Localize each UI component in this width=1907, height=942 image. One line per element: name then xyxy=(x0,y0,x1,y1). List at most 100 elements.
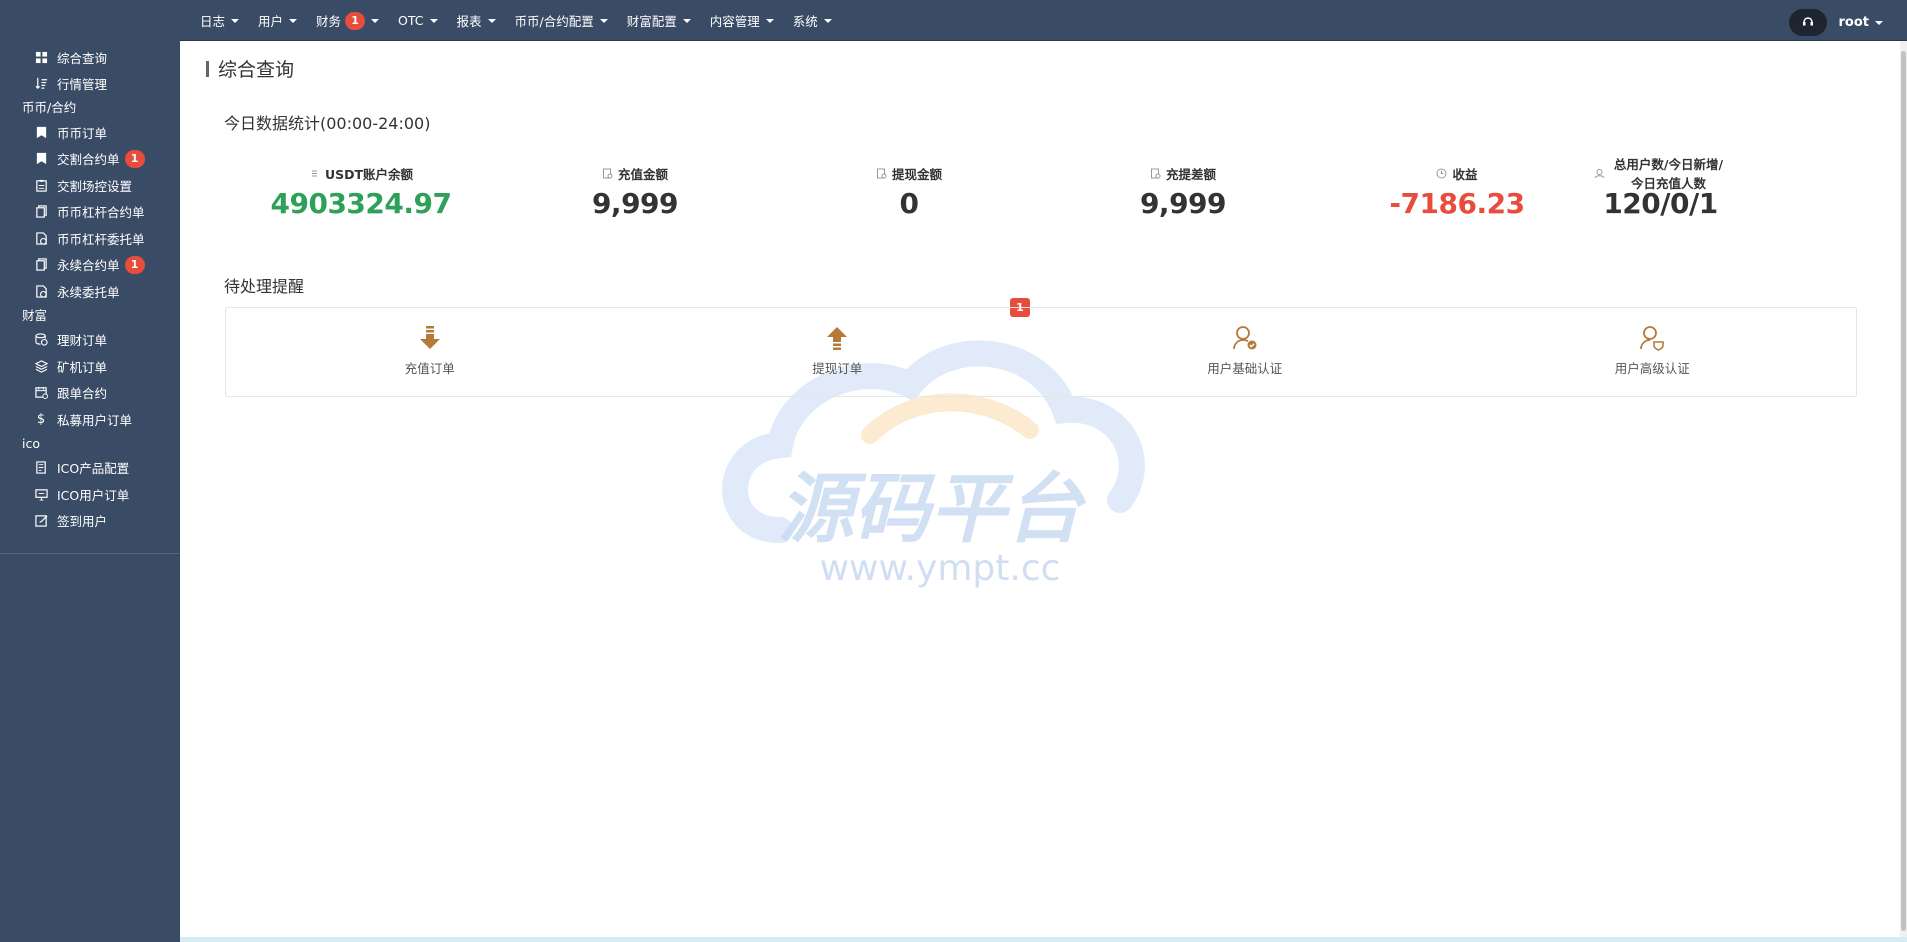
page-header: 综合查询 xyxy=(206,55,294,82)
nav-label: 财务 xyxy=(316,14,342,29)
sidebar-group-coin: 币币/合约 xyxy=(22,100,77,115)
stat-label: 提现金额 xyxy=(891,166,942,182)
nav-label: 内容管理 xyxy=(709,14,760,29)
watermark-url: www.ympt.cc xyxy=(820,548,1061,589)
stat-value: -7186.23 xyxy=(1389,187,1525,220)
pending-label: 用户基础认证 xyxy=(1207,361,1283,376)
nav-label: 用户 xyxy=(258,14,284,29)
stat-value: 120/0/1 xyxy=(1603,187,1718,220)
nav-label: 报表 xyxy=(456,14,482,29)
notification-badge: 1 xyxy=(345,11,366,30)
stat-label: 充提差额 xyxy=(1165,166,1216,182)
stat-usdt-balance: USDT账户余额 4903324.97 xyxy=(224,163,498,229)
currency-icon xyxy=(309,168,320,179)
pending-recharge-orders[interactable]: 充值订单 xyxy=(226,308,634,396)
nav-finance[interactable]: 财务 1 xyxy=(316,11,380,30)
notification-badge: 1 xyxy=(124,149,145,168)
stat-value: 9,999 xyxy=(591,187,679,220)
stat-label-wrap: 充提差额 xyxy=(1046,163,1320,183)
user-menu[interactable]: root xyxy=(1838,15,1883,30)
caret-down-icon xyxy=(823,18,832,23)
stat-users: 总用户数/今日新增/今日充值人数 120/0/1 xyxy=(1594,157,1727,229)
sidebar-item-delivery-control[interactable]: 交割场控设置 xyxy=(0,172,180,199)
stat-recharge-amount: 充值金额 9,999 xyxy=(498,163,772,229)
sidebar-group-wealth: 财富 xyxy=(22,307,48,323)
pending-label: 提现订单 xyxy=(812,361,863,376)
pending-basic-verification[interactable]: 用户基础认证 xyxy=(1041,308,1449,396)
sidebar-item-market[interactable]: 行情管理 xyxy=(0,71,180,98)
sidebar-group-ico: ico xyxy=(22,435,40,451)
nav-content[interactable]: 内容管理 xyxy=(710,11,774,30)
pending-advanced-verification[interactable]: 用户高级认证 xyxy=(1449,308,1857,396)
sidebar-item-label: 行情管理 xyxy=(57,77,108,93)
headset-icon xyxy=(1802,13,1814,32)
scrollbar-thumb[interactable] xyxy=(1901,51,1906,931)
sidebar-item-label: 币币杠杆委托单 xyxy=(57,231,145,247)
caret-down-icon xyxy=(1875,20,1883,25)
sidebar-item-miner-orders[interactable]: 矿机订单 xyxy=(0,353,180,380)
nav-user[interactable]: 用户 xyxy=(258,11,298,30)
nav-report[interactable]: 报表 xyxy=(457,11,496,30)
sidebar-item-checkin-users[interactable]: 签到用户 xyxy=(0,508,180,535)
clipboard-icon xyxy=(34,178,48,192)
sidebar-item-delivery-orders[interactable]: 交割合约单 1 xyxy=(0,146,180,173)
stat-profit: 收益 -7186.23 xyxy=(1320,163,1594,229)
sidebar-item-private-orders[interactable]: $ 私募用户订单 xyxy=(0,406,180,433)
sidebar: 综合查询 行情管理 币币/合约 币币订单 交割合约单 1 交割场控设置 币币杠杆… xyxy=(0,0,180,942)
calendar-icon xyxy=(34,386,48,400)
stat-label: 收益 xyxy=(1452,166,1478,182)
nav-coin-config[interactable]: 币币/合约配置 xyxy=(515,11,608,30)
caret-down-icon xyxy=(289,18,298,23)
sidebar-item-perpetual-orders[interactable]: 永续合约单 1 xyxy=(0,252,180,279)
user-check-icon xyxy=(1231,324,1259,352)
sidebar-item-perpetual-entrust[interactable]: 永续委托单 xyxy=(0,278,180,305)
nav-label: OTC xyxy=(398,13,424,28)
copy-icon xyxy=(34,258,48,272)
nav-system[interactable]: 系统 xyxy=(793,11,832,30)
layers-icon xyxy=(34,359,48,373)
sidebar-item-ico-config[interactable]: ICO产品配置 xyxy=(0,455,180,482)
sidebar-item-copy-contract[interactable]: 跟单合约 xyxy=(0,380,180,407)
nav-label: 币币/合约配置 xyxy=(514,14,594,29)
sidebar-item-label: 理财订单 xyxy=(57,333,108,349)
monitor-icon xyxy=(34,487,48,501)
user-shield-icon xyxy=(1638,324,1666,352)
nav-otc[interactable]: OTC xyxy=(398,13,438,28)
download-arrow-icon xyxy=(416,324,444,352)
sidebar-divider xyxy=(0,553,180,554)
sidebar-item-label: 交割合约单 xyxy=(57,152,120,168)
stat-label-wrap: USDT账户余额 xyxy=(224,163,498,183)
sidebar-item-label: 永续委托单 xyxy=(57,284,120,300)
nav-wealth-config[interactable]: 财富配置 xyxy=(627,11,691,30)
pending-title: 待处理提醒 xyxy=(224,277,305,296)
username: root xyxy=(1838,15,1870,30)
sidebar-item-ico-orders[interactable]: ICO用户订单 xyxy=(0,481,180,508)
pending-label: 充值订单 xyxy=(404,361,455,376)
stat-label-wrap: 提现金额 xyxy=(772,163,1046,183)
sidebar-item-label: 矿机订单 xyxy=(57,359,108,375)
caret-down-icon xyxy=(231,18,240,23)
stat-value: 0 xyxy=(899,187,919,220)
copy-icon xyxy=(34,205,48,219)
file-icon xyxy=(876,168,887,179)
sidebar-item-label: 交割场控设置 xyxy=(57,178,133,194)
dollar-icon: $ xyxy=(36,411,46,427)
watermark-title: 源码平台 xyxy=(778,464,1086,553)
stat-label-wrap: 总用户数/今日新增/今日充值人数 xyxy=(1594,157,1727,191)
sidebar-item-finance-orders[interactable]: 理财订单 xyxy=(0,327,180,354)
caret-down-icon xyxy=(682,18,691,23)
checkin-icon xyxy=(34,514,48,528)
pending-label: 用户高级认证 xyxy=(1614,361,1690,376)
sidebar-item-coin-orders[interactable]: 币币订单 xyxy=(0,119,180,146)
users-icon xyxy=(1594,168,1605,179)
sidebar-item-leverage-entrust[interactable]: 币币杠杆委托单 xyxy=(0,225,180,252)
pending-withdraw-orders[interactable]: 提现订单 xyxy=(634,308,1042,396)
support-button[interactable] xyxy=(1788,9,1827,36)
page-scrollbar[interactable] xyxy=(1900,41,1907,942)
nav-label: 系统 xyxy=(792,14,818,29)
nav-log[interactable]: 日志 xyxy=(200,11,240,30)
sidebar-item-leverage-contract[interactable]: 币币杠杆合约单 xyxy=(0,199,180,226)
coins-icon xyxy=(34,333,48,347)
sidebar-item-dashboard[interactable]: 综合查询 xyxy=(0,44,180,71)
sidebar-item-label: 签到用户 xyxy=(57,514,108,530)
